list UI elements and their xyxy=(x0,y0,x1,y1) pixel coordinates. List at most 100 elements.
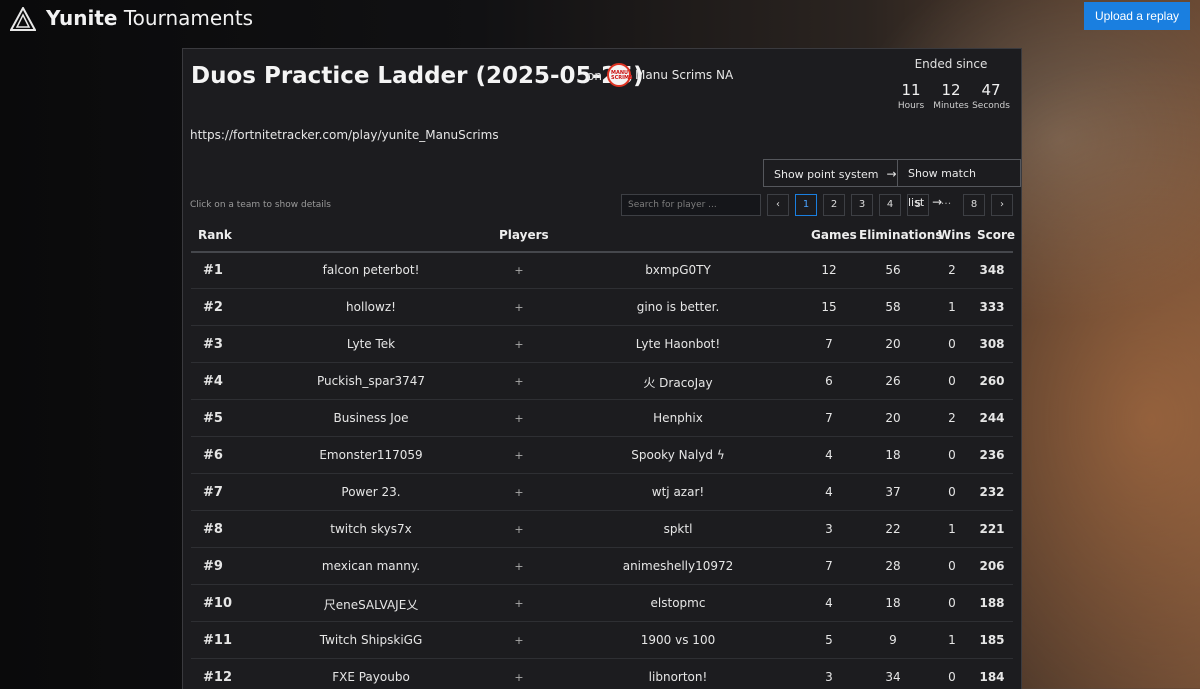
wins-count: 2 xyxy=(948,411,956,425)
player-2-name: Lyte Haonbot! xyxy=(635,337,721,351)
timer-minutes-label: Minutes xyxy=(933,101,969,111)
wins-count: 1 xyxy=(948,522,956,536)
eliminations-count: 56 xyxy=(885,263,901,277)
plus-icon: + xyxy=(514,560,524,573)
team-rank: #8 xyxy=(203,522,223,537)
col-players: Players xyxy=(499,228,549,242)
player-1-name: Power 23. xyxy=(341,485,401,499)
org-logo-icon[interactable]: MANU SCRIMS xyxy=(607,63,633,87)
pagination-page-1[interactable]: 1 xyxy=(795,194,817,216)
player-1-name: twitch skys7x xyxy=(330,522,412,536)
team-row[interactable]: #11 Twitch ShipskiGG +1900 vs 100 5 9 1 185 xyxy=(191,622,1013,659)
team-row[interactable]: #8 twitch skys7x + spktl 3 22 1 221 xyxy=(191,511,1013,548)
team-score: 185 xyxy=(979,633,1005,647)
team-row[interactable]: #9 mexican manny. + animeshelly10972 7 28 0 206 xyxy=(191,548,1013,585)
player-1-name: Puckish_spar3747 xyxy=(316,374,426,388)
click-hint: Click on a team to show details xyxy=(190,200,331,210)
games-count: 4 xyxy=(825,596,833,610)
player-2-name: animeshelly10972 xyxy=(622,559,734,573)
org-logo-text: MANU SCRIMS xyxy=(611,70,633,81)
team-row[interactable]: #2 hollowz! + gino is better. 15 58 1 333 xyxy=(191,289,1013,326)
show-match-list-button[interactable]: Show match list → xyxy=(897,159,1021,209)
team-row[interactable]: #12 FXE Payoubo + libnorton! 3 34 0 184 xyxy=(191,659,1013,689)
pagination-next-button[interactable]: › xyxy=(991,194,1013,216)
wins-count: 0 xyxy=(948,337,956,351)
player-2-name: spktl xyxy=(663,522,693,536)
player-2-name: 1900 vs 100 xyxy=(640,633,716,647)
pagination-page-5[interactable]: 5 xyxy=(907,194,929,216)
player-2-name: 火 DracoJay xyxy=(643,376,713,390)
pagination-page-3[interactable]: 3 xyxy=(851,194,873,216)
pagination-ellipsis: ··· xyxy=(940,197,952,210)
team-row[interactable]: #6 Emonster117059 + Spooky Nalyd ϟ 4 18 0 236 xyxy=(191,437,1013,474)
eliminations-count: 20 xyxy=(885,411,901,425)
tracker-url: https://fortnitetracker.com/play/yunite_… xyxy=(190,128,499,142)
player-search-input[interactable] xyxy=(621,194,761,216)
team-score: 348 xyxy=(979,263,1005,277)
team-score: 221 xyxy=(979,522,1005,536)
timer-seconds: 47 Seconds xyxy=(971,81,1011,111)
pagination-page-2[interactable]: 2 xyxy=(823,194,845,216)
upload-replay-button[interactable]: Upload a replay xyxy=(1083,2,1190,30)
plus-icon: + xyxy=(514,523,524,536)
team-score: 236 xyxy=(979,448,1005,462)
org-name-link[interactable]: Manu Scrims NA xyxy=(635,68,733,82)
team-score: 188 xyxy=(979,596,1005,610)
pagination-page-last[interactable]: 8 xyxy=(963,194,985,216)
team-rank: #9 xyxy=(203,559,223,574)
timer-seconds-label: Seconds xyxy=(972,101,1010,111)
timer-hours-value: 11 xyxy=(901,81,921,99)
pagination-prev-button[interactable]: ‹ xyxy=(767,194,789,216)
team-rank: #6 xyxy=(203,448,223,463)
show-point-system-button[interactable]: Show point system → xyxy=(763,159,908,187)
eliminations-count: 18 xyxy=(885,448,901,462)
eliminations-count: 37 xyxy=(885,485,901,499)
col-score: Score xyxy=(977,228,1016,242)
timer-label: Ended since xyxy=(914,57,988,71)
brand-rest: Tournaments xyxy=(117,6,254,30)
tournament-panel: Duos Practice Ladder (2025-05-25) on MAN… xyxy=(182,48,1022,689)
team-row[interactable]: #5 Business Joe + Henphix 7 20 2 244 xyxy=(191,400,1013,437)
games-count: 7 xyxy=(825,337,833,351)
plus-icon: + xyxy=(514,412,524,425)
team-rank: #7 xyxy=(203,485,223,500)
player-1-name: Business Joe xyxy=(333,411,409,425)
games-count: 7 xyxy=(825,411,833,425)
player-1-name: hollowz! xyxy=(346,300,396,314)
pagination-page-4[interactable]: 4 xyxy=(879,194,901,216)
col-wins: Wins xyxy=(938,228,972,242)
yunite-logo-icon[interactable] xyxy=(10,7,36,31)
games-count: 15 xyxy=(821,300,837,314)
team-row[interactable]: #7 Power 23. + wtj azar! 4 37 0 232 xyxy=(191,474,1013,511)
plus-icon: + xyxy=(514,338,524,351)
team-row[interactable]: #10 尺eneSALVAJE乂 + elstopmc 4 18 0 188 xyxy=(191,585,1013,622)
eliminations-count: 34 xyxy=(885,670,901,684)
timer-minutes: 12 Minutes xyxy=(931,81,971,111)
games-count: 7 xyxy=(825,559,833,573)
team-row[interactable]: #4 Puckish_spar3747 + 火 DracoJay 6 26 0 260 xyxy=(191,363,1013,400)
wins-count: 0 xyxy=(948,485,956,499)
eliminations-count: 20 xyxy=(885,337,901,351)
wins-count: 0 xyxy=(948,596,956,610)
games-count: 4 xyxy=(825,485,833,499)
team-row[interactable]: #1 falcon peterbot! + bxmpG0TY 12 56 2 348 xyxy=(191,252,1013,289)
team-rank: #10 xyxy=(203,596,232,611)
player-1-name: Lyte Tek xyxy=(346,337,396,351)
plus-icon: + xyxy=(514,634,524,647)
team-rank: #12 xyxy=(203,670,232,685)
player-1-name: 尺eneSALVAJE乂 xyxy=(323,598,419,612)
team-score: 260 xyxy=(979,374,1005,388)
team-row[interactable]: #3 Lyte Tek + Lyte Haonbot! 7 20 0 308 xyxy=(191,326,1013,363)
leaderboard-header: Rank Players Games Eliminations Wins Sco… xyxy=(191,221,1016,253)
col-rank: Rank xyxy=(198,228,232,242)
wins-count: 2 xyxy=(948,263,956,277)
team-score: 333 xyxy=(979,300,1005,314)
plus-icon: + xyxy=(514,597,524,610)
team-score: 206 xyxy=(979,559,1005,573)
eliminations-count: 26 xyxy=(885,374,901,388)
timer-seconds-value: 47 xyxy=(981,81,1001,99)
team-rank: #2 xyxy=(203,300,223,315)
brand-title[interactable]: Yunite Tournaments xyxy=(46,6,253,30)
player-1-name: mexican manny. xyxy=(321,559,421,573)
player-2-name: bxmpG0TY xyxy=(645,263,711,277)
